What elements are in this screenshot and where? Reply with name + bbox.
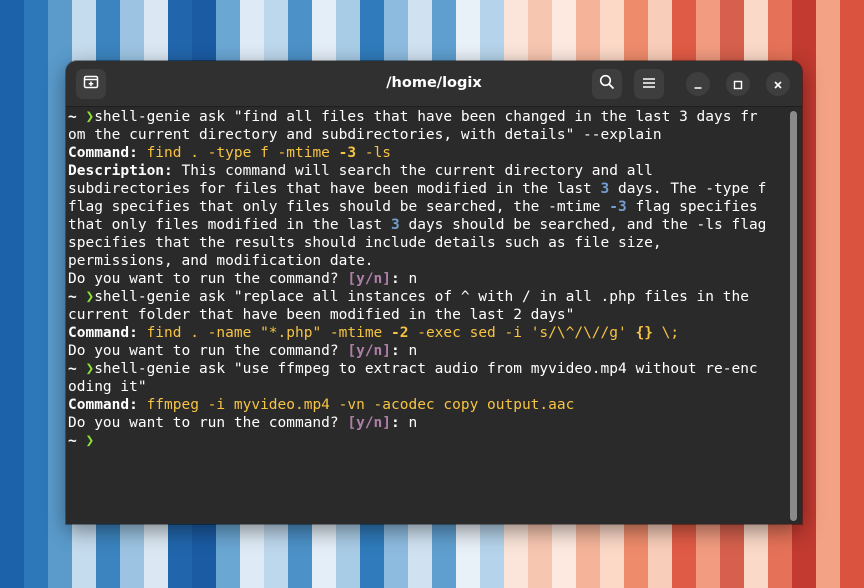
terminal-text: ~: [68, 289, 86, 305]
terminal-text: 3: [391, 217, 400, 233]
terminal-text: [y/n]: [347, 271, 392, 287]
terminal-text: shell-genie ask "replace all instances o…: [94, 289, 749, 305]
terminal-text: ❯: [85, 289, 95, 305]
menu-button[interactable]: [634, 69, 664, 99]
terminal-text: om the current directory and subdirector…: [68, 127, 662, 143]
terminal-text: ❯: [85, 361, 95, 377]
terminal-text: Do you want to run the command?: [68, 343, 348, 359]
minimize-button[interactable]: [686, 72, 710, 96]
terminal-line: ~ ❯shell-genie ask "replace all instance…: [68, 288, 788, 306]
terminal-text: n: [408, 343, 418, 359]
terminal-line: ~ ❯shell-genie ask "find all files that …: [68, 108, 788, 126]
terminal-line: Description: This command will search th…: [68, 162, 788, 180]
close-button[interactable]: [766, 72, 790, 96]
terminal-text: Do you want to run the command?: [68, 415, 348, 431]
terminal-line: that only files modified in the last 3 d…: [68, 216, 788, 234]
terminal-text: n: [408, 415, 418, 431]
terminal-text: -3: [609, 199, 627, 215]
terminal-text: Command:: [68, 325, 147, 341]
terminal-text: shell-genie ask "use ffmpeg to extract a…: [94, 361, 758, 377]
scrollbar-thumb[interactable]: [790, 111, 797, 521]
terminal-text: :: [391, 343, 409, 359]
terminal-text: specifies that the results should includ…: [68, 235, 662, 251]
terminal-text: ffmpeg -i myvideo.mp4 -vn -acodec copy o…: [146, 397, 575, 413]
wallpaper-stripe: [816, 0, 840, 588]
terminal-text: -3: [338, 145, 357, 161]
terminal-text: -2: [391, 325, 409, 341]
search-button[interactable]: [592, 69, 622, 99]
terminal-text: oding it": [68, 379, 147, 395]
terminal-text: {}: [635, 325, 653, 341]
terminal-text: :: [391, 415, 409, 431]
search-icon: [599, 74, 615, 94]
terminal-text: current folder that have been modified i…: [68, 307, 575, 323]
terminal-text: find . -type f -mtime: [146, 145, 339, 161]
terminal-line: specifies that the results should includ…: [68, 234, 788, 252]
wallpaper-stripe: [840, 0, 864, 588]
terminal-text: Do you want to run the command?: [68, 271, 348, 287]
terminal-text: shell-genie ask "find all files that hav…: [94, 109, 758, 125]
close-icon: [773, 75, 783, 94]
terminal-text: ~: [68, 361, 86, 377]
hamburger-menu-icon: [642, 75, 656, 94]
terminal-text: days should be searched, and the -ls fla…: [399, 217, 767, 233]
terminal-line: Do you want to run the command? [y/n]: n: [68, 414, 788, 432]
maximize-button[interactable]: [726, 72, 750, 96]
terminal-text: ~: [68, 433, 86, 449]
scrollbar[interactable]: [790, 111, 797, 521]
wallpaper-stripe: [24, 0, 48, 588]
terminal-text: 3: [600, 181, 610, 197]
terminal-text: permissions, and modification date.: [68, 253, 374, 269]
terminal-text: This command will search the current dir…: [181, 163, 653, 179]
terminal-text: Command:: [68, 397, 147, 413]
terminal-text: n: [408, 271, 418, 287]
terminal-text: that only files modified in the last: [68, 217, 392, 233]
terminal-text: -ls: [356, 145, 392, 161]
terminal-text: days. The -type f: [609, 181, 767, 197]
terminal-text: ❯: [85, 109, 95, 125]
terminal-line: om the current directory and subdirector…: [68, 126, 788, 144]
terminal-text: flag specifies: [626, 199, 758, 215]
terminal-text: -exec sed -i 's/\^/\//g': [408, 325, 636, 341]
terminal-text: Description:: [68, 163, 182, 179]
terminal-text: \;: [652, 325, 680, 341]
terminal-line: ~ ❯: [68, 432, 788, 450]
terminal-line: Command: ffmpeg -i myvideo.mp4 -vn -acod…: [68, 396, 788, 414]
terminal-line: ~ ❯shell-genie ask "use ffmpeg to extrac…: [68, 360, 788, 378]
terminal-line: subdirectories for files that have been …: [68, 180, 788, 198]
terminal-text: ~: [68, 109, 86, 125]
terminal-text: flag specifies that only files should be…: [68, 199, 610, 215]
minimize-icon: [693, 75, 703, 94]
header-bar: /home/logix: [66, 61, 802, 107]
terminal-line: Command: find . -name "*.php" -mtime -2 …: [68, 324, 788, 342]
terminal-text: [y/n]: [347, 415, 392, 431]
terminal-text: subdirectories for files that have been …: [68, 181, 601, 197]
terminal-output[interactable]: ~ ❯shell-genie ask "find all files that …: [68, 108, 788, 520]
wallpaper-stripe: [0, 0, 24, 588]
terminal-text: :: [391, 271, 409, 287]
terminal-line: permissions, and modification date.: [68, 252, 788, 270]
terminal-window: /home/logix ~ ❯shell-genie ask "find all…: [66, 61, 802, 524]
terminal-line: oding it": [68, 378, 788, 396]
terminal-line: flag specifies that only files should be…: [68, 198, 788, 216]
terminal-line: current folder that have been modified i…: [68, 306, 788, 324]
terminal-line: Do you want to run the command? [y/n]: n: [68, 342, 788, 360]
terminal-line: Do you want to run the command? [y/n]: n: [68, 270, 788, 288]
maximize-icon: [733, 75, 743, 94]
terminal-text: find . -name "*.php" -mtime: [146, 325, 392, 341]
terminal-text: ❯: [85, 433, 95, 449]
terminal-text: Command:: [68, 145, 147, 161]
terminal-line: Command: find . -type f -mtime -3 -ls: [68, 144, 788, 162]
terminal-text: [y/n]: [347, 343, 392, 359]
